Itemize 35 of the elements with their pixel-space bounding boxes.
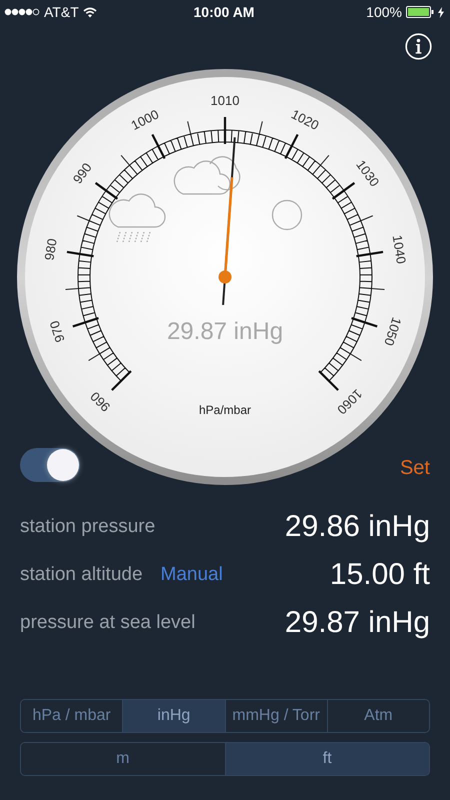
info-icon[interactable] [405,33,432,60]
toggle-switch[interactable] [20,448,80,482]
cloud-icon [174,156,240,195]
scale-label: 1010 [210,93,240,108]
scale-label: 1020 [288,106,322,133]
unit-segment[interactable]: inHg [123,700,226,732]
unit-segment[interactable]: ft [226,743,429,775]
set-button[interactable]: Set [400,456,430,480]
battery-icon [406,6,434,18]
scale-label: 1050 [381,315,404,348]
scale-label: 1040 [390,234,409,265]
reading-label: station altitude [20,564,143,586]
wifi-icon [82,6,97,18]
battery-percent: 100% [366,4,402,20]
reading-label: pressure at sea level [20,612,196,634]
rain-cloud-icon [108,194,166,243]
gauge-unit: hPa/mbar [198,403,252,417]
reading-label: station pressure [20,516,156,538]
reading-value: 15.00 ft [330,558,430,592]
unit-segment[interactable]: m [21,743,226,775]
gauge-reading: 29.87 inHg [166,318,284,345]
signal-icon [4,8,40,16]
manual-link[interactable]: Manual [160,564,223,586]
carrier-name: AT&T [44,4,79,20]
unit-segment[interactable]: hPa / mbar [21,700,124,732]
charging-icon [438,6,444,18]
scale-label: 960 [87,388,114,415]
scale-label: 980 [42,238,60,262]
status-time: 10:00 AM [194,4,254,20]
reading-value: 29.86 inHg [284,510,430,544]
sun-icon [272,200,302,230]
scale-label: 970 [46,318,68,344]
reading-value: 29.87 inHg [284,606,430,640]
scale-label: 1000 [128,106,162,133]
scale-label: 990 [70,160,95,186]
